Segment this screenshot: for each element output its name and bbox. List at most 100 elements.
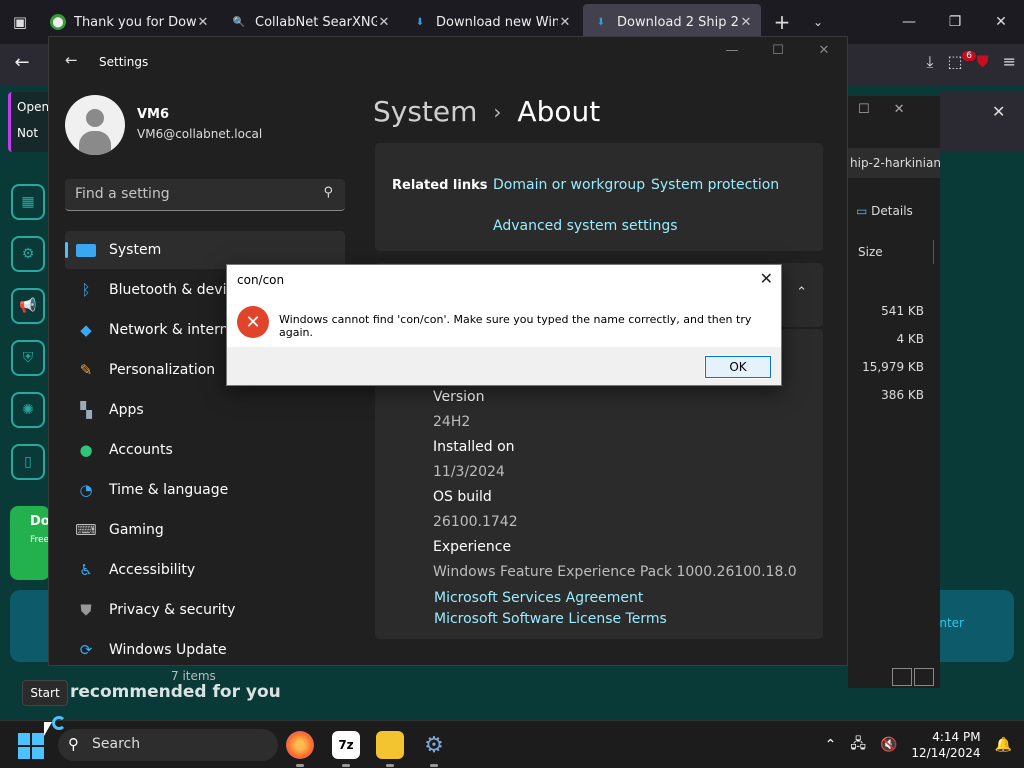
sidebar-item-privacy[interactable]: ⛊ Privacy & security	[65, 591, 345, 629]
license-terms-link[interactable]: Microsoft Software License Terms	[434, 611, 667, 627]
file-explorer-icon[interactable]	[376, 731, 404, 767]
gamepad-icon: ⌨	[75, 521, 97, 539]
volume-muted-icon[interactable]: 🔇	[880, 737, 897, 753]
promo-link[interactable]: nter	[939, 616, 964, 630]
breadcrumb-parent[interactable]: System	[373, 95, 477, 128]
firefox-icon[interactable]	[286, 731, 314, 767]
network-icon[interactable]: 🖧	[850, 733, 866, 757]
sidebar-item-accessibility[interactable]: ♿ Accessibility	[65, 551, 345, 589]
sidebar-item-label: Time & language	[109, 482, 229, 498]
browser-tab[interactable]: 🔍 CollabNet SearXNG ✕	[221, 4, 399, 40]
close-tab-icon[interactable]: ✕	[196, 15, 210, 30]
system-protection-link[interactable]: System protection	[651, 177, 779, 193]
browser-tab[interactable]: ⬤ Thank you for Download ✕	[40, 4, 218, 40]
user-email: VM6@collabnet.local	[137, 127, 263, 141]
download-cta[interactable]: Do Free	[10, 506, 50, 580]
sidebar-item-label: Apps	[109, 402, 144, 418]
sidebar-item-label: Windows Update	[109, 642, 227, 658]
tab-list-icon[interactable]: ▣	[0, 0, 40, 44]
maximize-icon[interactable]: ☐	[858, 102, 870, 117]
spec-value: Windows Feature Experience Pack 1000.261…	[433, 564, 797, 580]
menu-hamburger-icon[interactable]: ≡	[1003, 52, 1016, 72]
details-label: Details	[871, 204, 913, 218]
spec-key: Experience	[433, 539, 512, 555]
ublock-icon[interactable]: ⛊	[977, 52, 989, 72]
file-size: 541 KB	[881, 304, 924, 318]
close-tab-icon[interactable]: ✕	[558, 15, 572, 30]
bulb-icon[interactable]: ✺	[11, 392, 45, 428]
spec-key: OS build	[433, 489, 492, 505]
back-arrow-icon[interactable]: ←	[65, 51, 78, 69]
close-tab-icon[interactable]: ✕	[377, 15, 391, 30]
avatar[interactable]	[65, 95, 125, 155]
dialog-title: con/con	[237, 273, 285, 287]
chevron-up-icon[interactable]: ⌃	[825, 737, 837, 753]
system-icon	[75, 239, 97, 261]
close-icon[interactable]: ✕	[760, 269, 773, 288]
advanced-system-settings-link[interactable]: Advanced system settings	[493, 218, 678, 234]
browser-tab[interactable]: ⬇ Download new Windo ✕	[402, 4, 580, 40]
calendar-icon[interactable]: ▦	[11, 184, 45, 220]
settings-gear-icon[interactable]: ⚙	[420, 731, 448, 767]
spec-key: Installed on	[433, 439, 515, 455]
spec-value: 26100.1742	[433, 514, 518, 530]
close-icon[interactable]: ✕	[801, 43, 847, 58]
details-view-icon[interactable]	[892, 668, 912, 686]
size-column-header[interactable]: Size	[852, 240, 934, 264]
tab-overflow-chevron-icon[interactable]: ⌄	[800, 15, 836, 29]
window-title: Settings	[99, 55, 149, 69]
minimize-icon[interactable]: —	[709, 43, 755, 58]
chevron-up-icon[interactable]: ⌃	[796, 285, 807, 300]
address-bar[interactable]: hip-2-harkinian-	[848, 148, 940, 178]
minimize-icon[interactable]: —	[886, 14, 932, 30]
loading-spinner-icon	[52, 716, 66, 730]
close-icon[interactable]: ✕	[978, 14, 1024, 30]
domain-workgroup-link[interactable]: Domain or workgroup	[493, 177, 645, 193]
chip-icon[interactable]: ⚙	[11, 236, 45, 272]
related-links-card: Related links Domain or workgroup System…	[375, 143, 823, 251]
sidebar-item-update[interactable]: ⟳ Windows Update	[65, 631, 345, 669]
sidebar-item-label: Accessibility	[109, 562, 196, 578]
sidebar-item-gaming[interactable]: ⌨ Gaming	[65, 511, 345, 549]
sidebar-item-time[interactable]: ◔ Time & language	[65, 471, 345, 509]
7zip-icon[interactable]: 7z	[332, 731, 360, 767]
ok-button[interactable]: OK	[704, 355, 772, 379]
taskbar: ⚲ Search 7z ⚙ ⌃ 🖧 🔇 4:14 PM 12/14/2024 🔔	[0, 720, 1024, 768]
back-arrow-icon[interactable]: ←	[8, 52, 36, 78]
download-icon[interactable]: ⤓	[926, 52, 933, 72]
close-tab-icon[interactable]: ✕	[739, 15, 753, 30]
file-size: 15,979 KB	[862, 360, 924, 374]
clock[interactable]: 4:14 PM 12/14/2024	[911, 729, 980, 761]
breadcrumb: System › About	[373, 95, 600, 128]
tab-title: CollabNet SearXNG	[255, 14, 377, 30]
mouse-cursor-icon	[44, 722, 52, 736]
file-size: 4 KB	[896, 332, 924, 346]
restore-icon[interactable]: ❐	[932, 14, 978, 30]
phone-icon[interactable]: ▯	[11, 444, 45, 480]
browser-tab-active[interactable]: ⬇ Download 2 Ship 2 Har ✕	[583, 4, 761, 40]
megaphone-icon[interactable]: 📢	[11, 288, 45, 324]
sidebar-item-apps[interactable]: ▚ Apps	[65, 391, 345, 429]
close-icon[interactable]: ✕	[894, 102, 905, 117]
search-favicon-icon: 🔍	[232, 16, 246, 28]
file-size: 386 KB	[881, 388, 924, 402]
tiles-view-icon[interactable]	[914, 668, 934, 686]
new-tab-button[interactable]: +	[764, 10, 800, 34]
close-icon[interactable]: ✕	[992, 102, 1005, 121]
shield-icon[interactable]: ⛨	[11, 340, 45, 376]
update-icon: ⟳	[79, 641, 93, 659]
search-input[interactable]: Find a setting ⚲	[65, 179, 345, 211]
taskbar-search[interactable]: ⚲ Search	[58, 729, 278, 761]
notification-bell-icon[interactable]: 🔔	[995, 737, 1012, 753]
error-dialog: con/con ✕ ✕ Windows cannot find 'con/con…	[226, 264, 782, 386]
dialog-footer: OK	[227, 347, 781, 385]
services-agreement-link[interactable]: Microsoft Services Agreement	[434, 590, 643, 606]
tab-title: Download new Windo	[436, 14, 558, 30]
extensions-icon[interactable]: ⬚	[947, 52, 962, 72]
file-explorer-window: ☐ ✕ hip-2-harkinian- ▭ Details Size 541 …	[848, 96, 940, 688]
sidebar-item-accounts[interactable]: ● Accounts	[65, 431, 345, 469]
maximize-icon[interactable]: ☐	[755, 43, 801, 58]
system-tray: ⌃ 🖧 🔇 4:14 PM 12/14/2024 🔔	[825, 729, 1012, 761]
windows-start-icon[interactable]	[18, 733, 44, 759]
details-pane-button[interactable]: ▭ Details	[856, 204, 913, 218]
